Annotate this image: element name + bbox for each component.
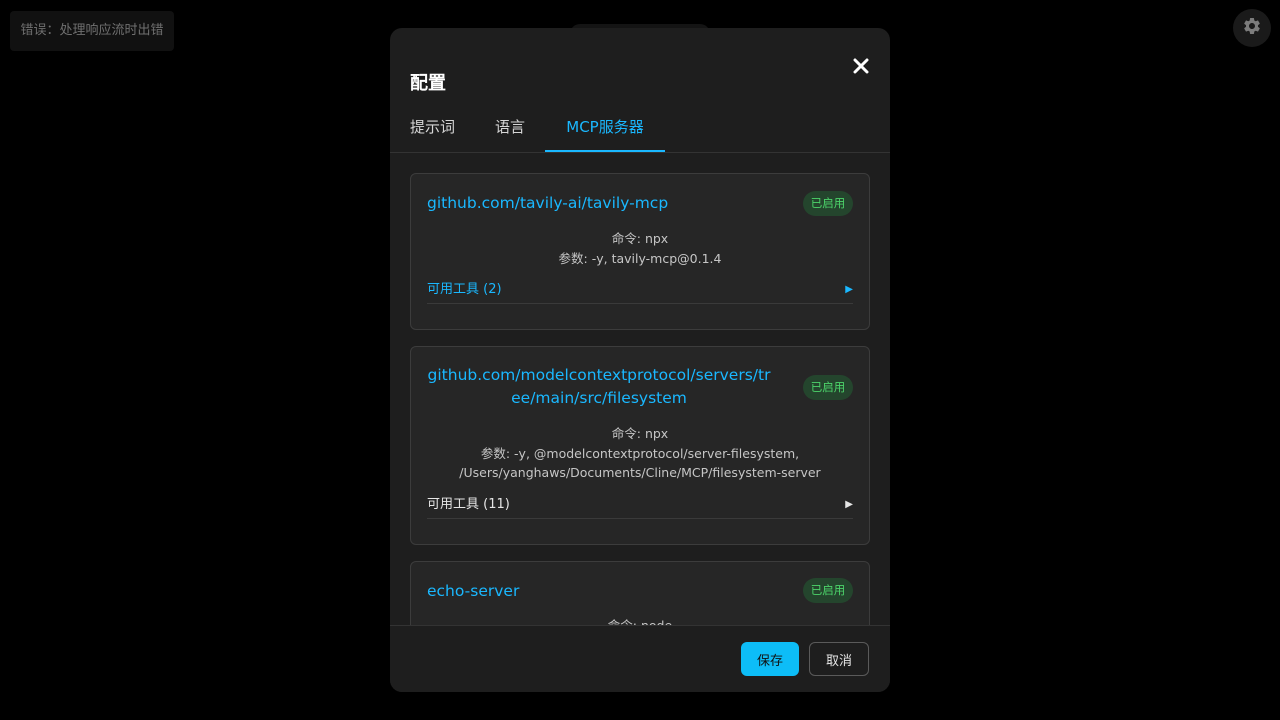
server-args: 参数: -y, tavily-mcp@0.1.4 xyxy=(558,250,722,266)
server-card: github.com/tavily-ai/tavily-mcp 已启用 命令: … xyxy=(410,173,870,330)
server-name-link[interactable]: echo-server xyxy=(427,580,771,603)
server-command: 命令: npx xyxy=(611,231,669,246)
tab-bar: 提示词 语言 MCP服务器 xyxy=(390,108,890,153)
tab-prompt[interactable]: 提示词 xyxy=(410,108,455,152)
server-list[interactable]: github.com/tavily-ai/tavily-mcp 已启用 命令: … xyxy=(390,153,890,625)
error-toast: 错误：处理响应流时出错 xyxy=(10,11,174,51)
tools-toggle[interactable]: 可用工具 (2) ▶ xyxy=(427,281,853,304)
tab-mcp-servers[interactable]: MCP服务器 xyxy=(545,108,665,152)
play-arrow-icon: ▶ xyxy=(845,284,853,295)
close-icon xyxy=(853,58,869,78)
dialog-title: 配置 xyxy=(410,73,446,94)
server-meta: 命令: npx 参数: -y, @modelcontextprotocol/se… xyxy=(427,424,853,483)
server-card: github.com/modelcontextprotocol/servers/… xyxy=(410,346,870,545)
server-command: 命令: npx xyxy=(611,426,669,441)
tab-language[interactable]: 语言 xyxy=(495,108,525,152)
server-name-link[interactable]: github.com/modelcontextprotocol/servers/… xyxy=(427,364,771,410)
server-name-link[interactable]: github.com/tavily-ai/tavily-mcp xyxy=(427,192,771,215)
play-arrow-icon: ▶ xyxy=(845,499,853,510)
tools-label: 可用工具 (11) xyxy=(427,497,510,512)
server-command: 命令: node xyxy=(427,616,853,625)
status-badge: 已启用 xyxy=(803,578,853,603)
config-dialog: 配置 提示词 语言 MCP服务器 github.com/tavily-ai/ta… xyxy=(390,28,890,692)
gear-icon xyxy=(1242,16,1262,40)
server-args: 参数: -y, @modelcontextprotocol/server-fil… xyxy=(459,445,821,481)
server-meta: 命令: npx 参数: -y, tavily-mcp@0.1.4 xyxy=(427,229,853,268)
server-card: echo-server 已启用 命令: node xyxy=(410,561,870,625)
cancel-button[interactable]: 取消 xyxy=(809,642,869,676)
save-button[interactable]: 保存 xyxy=(741,642,799,676)
server-meta: 命令: node xyxy=(427,616,853,625)
dialog-footer: 保存 取消 xyxy=(390,625,890,692)
close-button[interactable] xyxy=(848,55,874,81)
status-badge: 已启用 xyxy=(803,375,853,400)
tools-toggle[interactable]: 可用工具 (11) ▶ xyxy=(427,496,853,519)
tools-label: 可用工具 (2) xyxy=(427,282,502,297)
status-badge: 已启用 xyxy=(803,191,853,216)
settings-button[interactable] xyxy=(1233,9,1271,47)
